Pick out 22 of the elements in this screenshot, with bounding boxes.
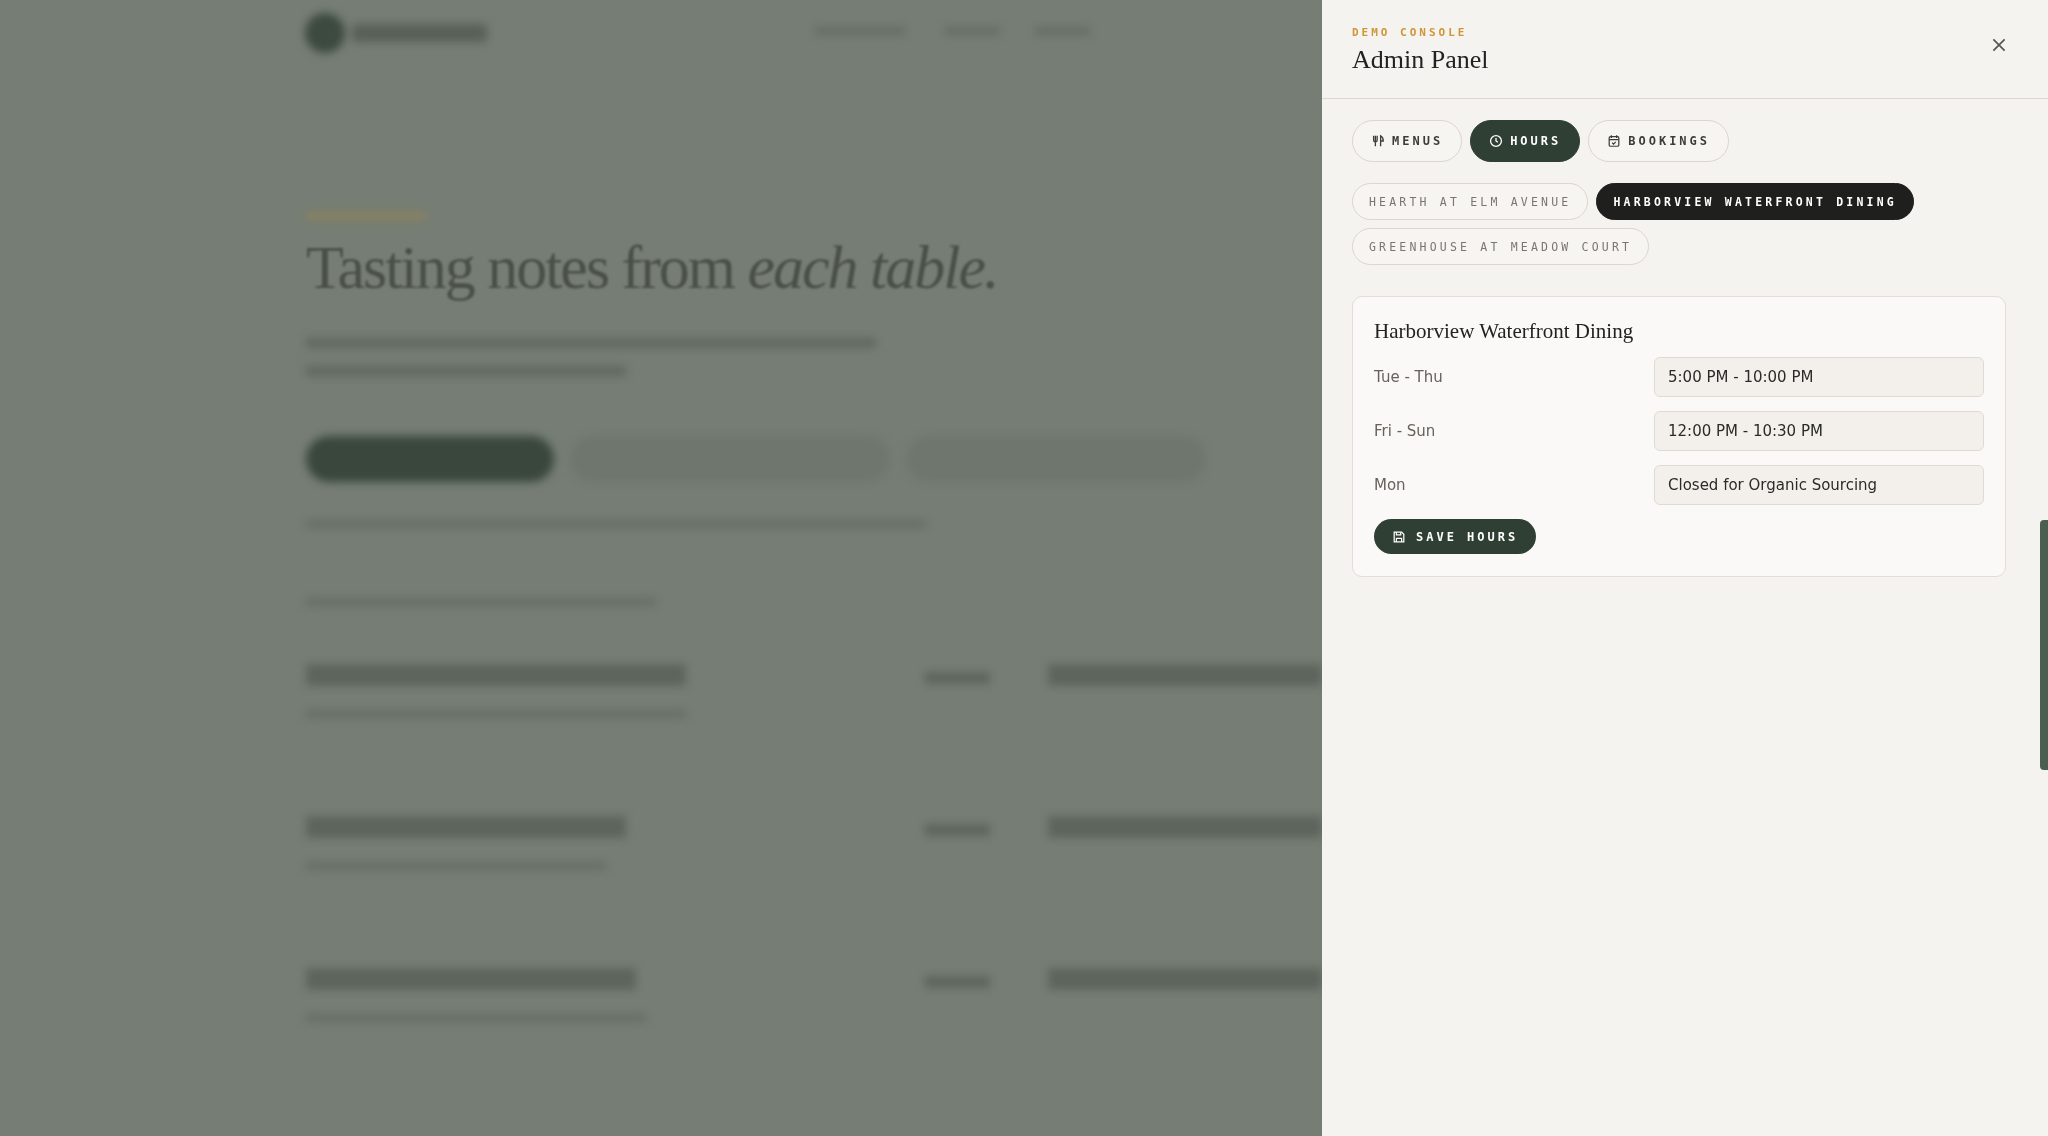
- scrollbar-thumb[interactable]: [2040, 520, 2048, 770]
- close-icon[interactable]: [1990, 36, 2008, 54]
- days-label: Fri - Sun: [1374, 422, 1436, 440]
- location-chip[interactable]: HARBORVIEW WATERFRONT DINING: [1596, 183, 1914, 220]
- hours-input[interactable]: Closed for Organic Sourcing: [1654, 465, 1984, 505]
- location-chip[interactable]: HEARTH AT ELM AVENUE: [1352, 183, 1589, 220]
- card-title: Harborview Waterfront Dining: [1374, 319, 1635, 344]
- hours-input[interactable]: 12:00 PM - 10:30 PM: [1654, 411, 1984, 451]
- tab[interactable]: HOURS: [1470, 120, 1581, 162]
- clock-icon: [1489, 134, 1504, 148]
- save-icon: [1392, 529, 1406, 544]
- utensils-icon: [1371, 134, 1385, 148]
- panel-eyebrow: DEMO CONSOLE: [1352, 26, 1469, 39]
- days-label: Mon: [1374, 476, 1406, 494]
- save-hours-button[interactable]: SAVE HOURS: [1374, 519, 1537, 554]
- panel-title: Admin Panel: [1352, 45, 1489, 75]
- days-label: Tue - Thu: [1374, 368, 1443, 386]
- tab[interactable]: MENUS: [1352, 120, 1463, 162]
- hours-input[interactable]: 5:00 PM - 10:00 PM: [1654, 357, 1984, 397]
- calendar-icon: [1607, 134, 1622, 148]
- location-chip[interactable]: GREENHOUSE AT MEADOW COURT: [1352, 228, 1650, 265]
- tab[interactable]: BOOKINGS: [1588, 120, 1730, 162]
